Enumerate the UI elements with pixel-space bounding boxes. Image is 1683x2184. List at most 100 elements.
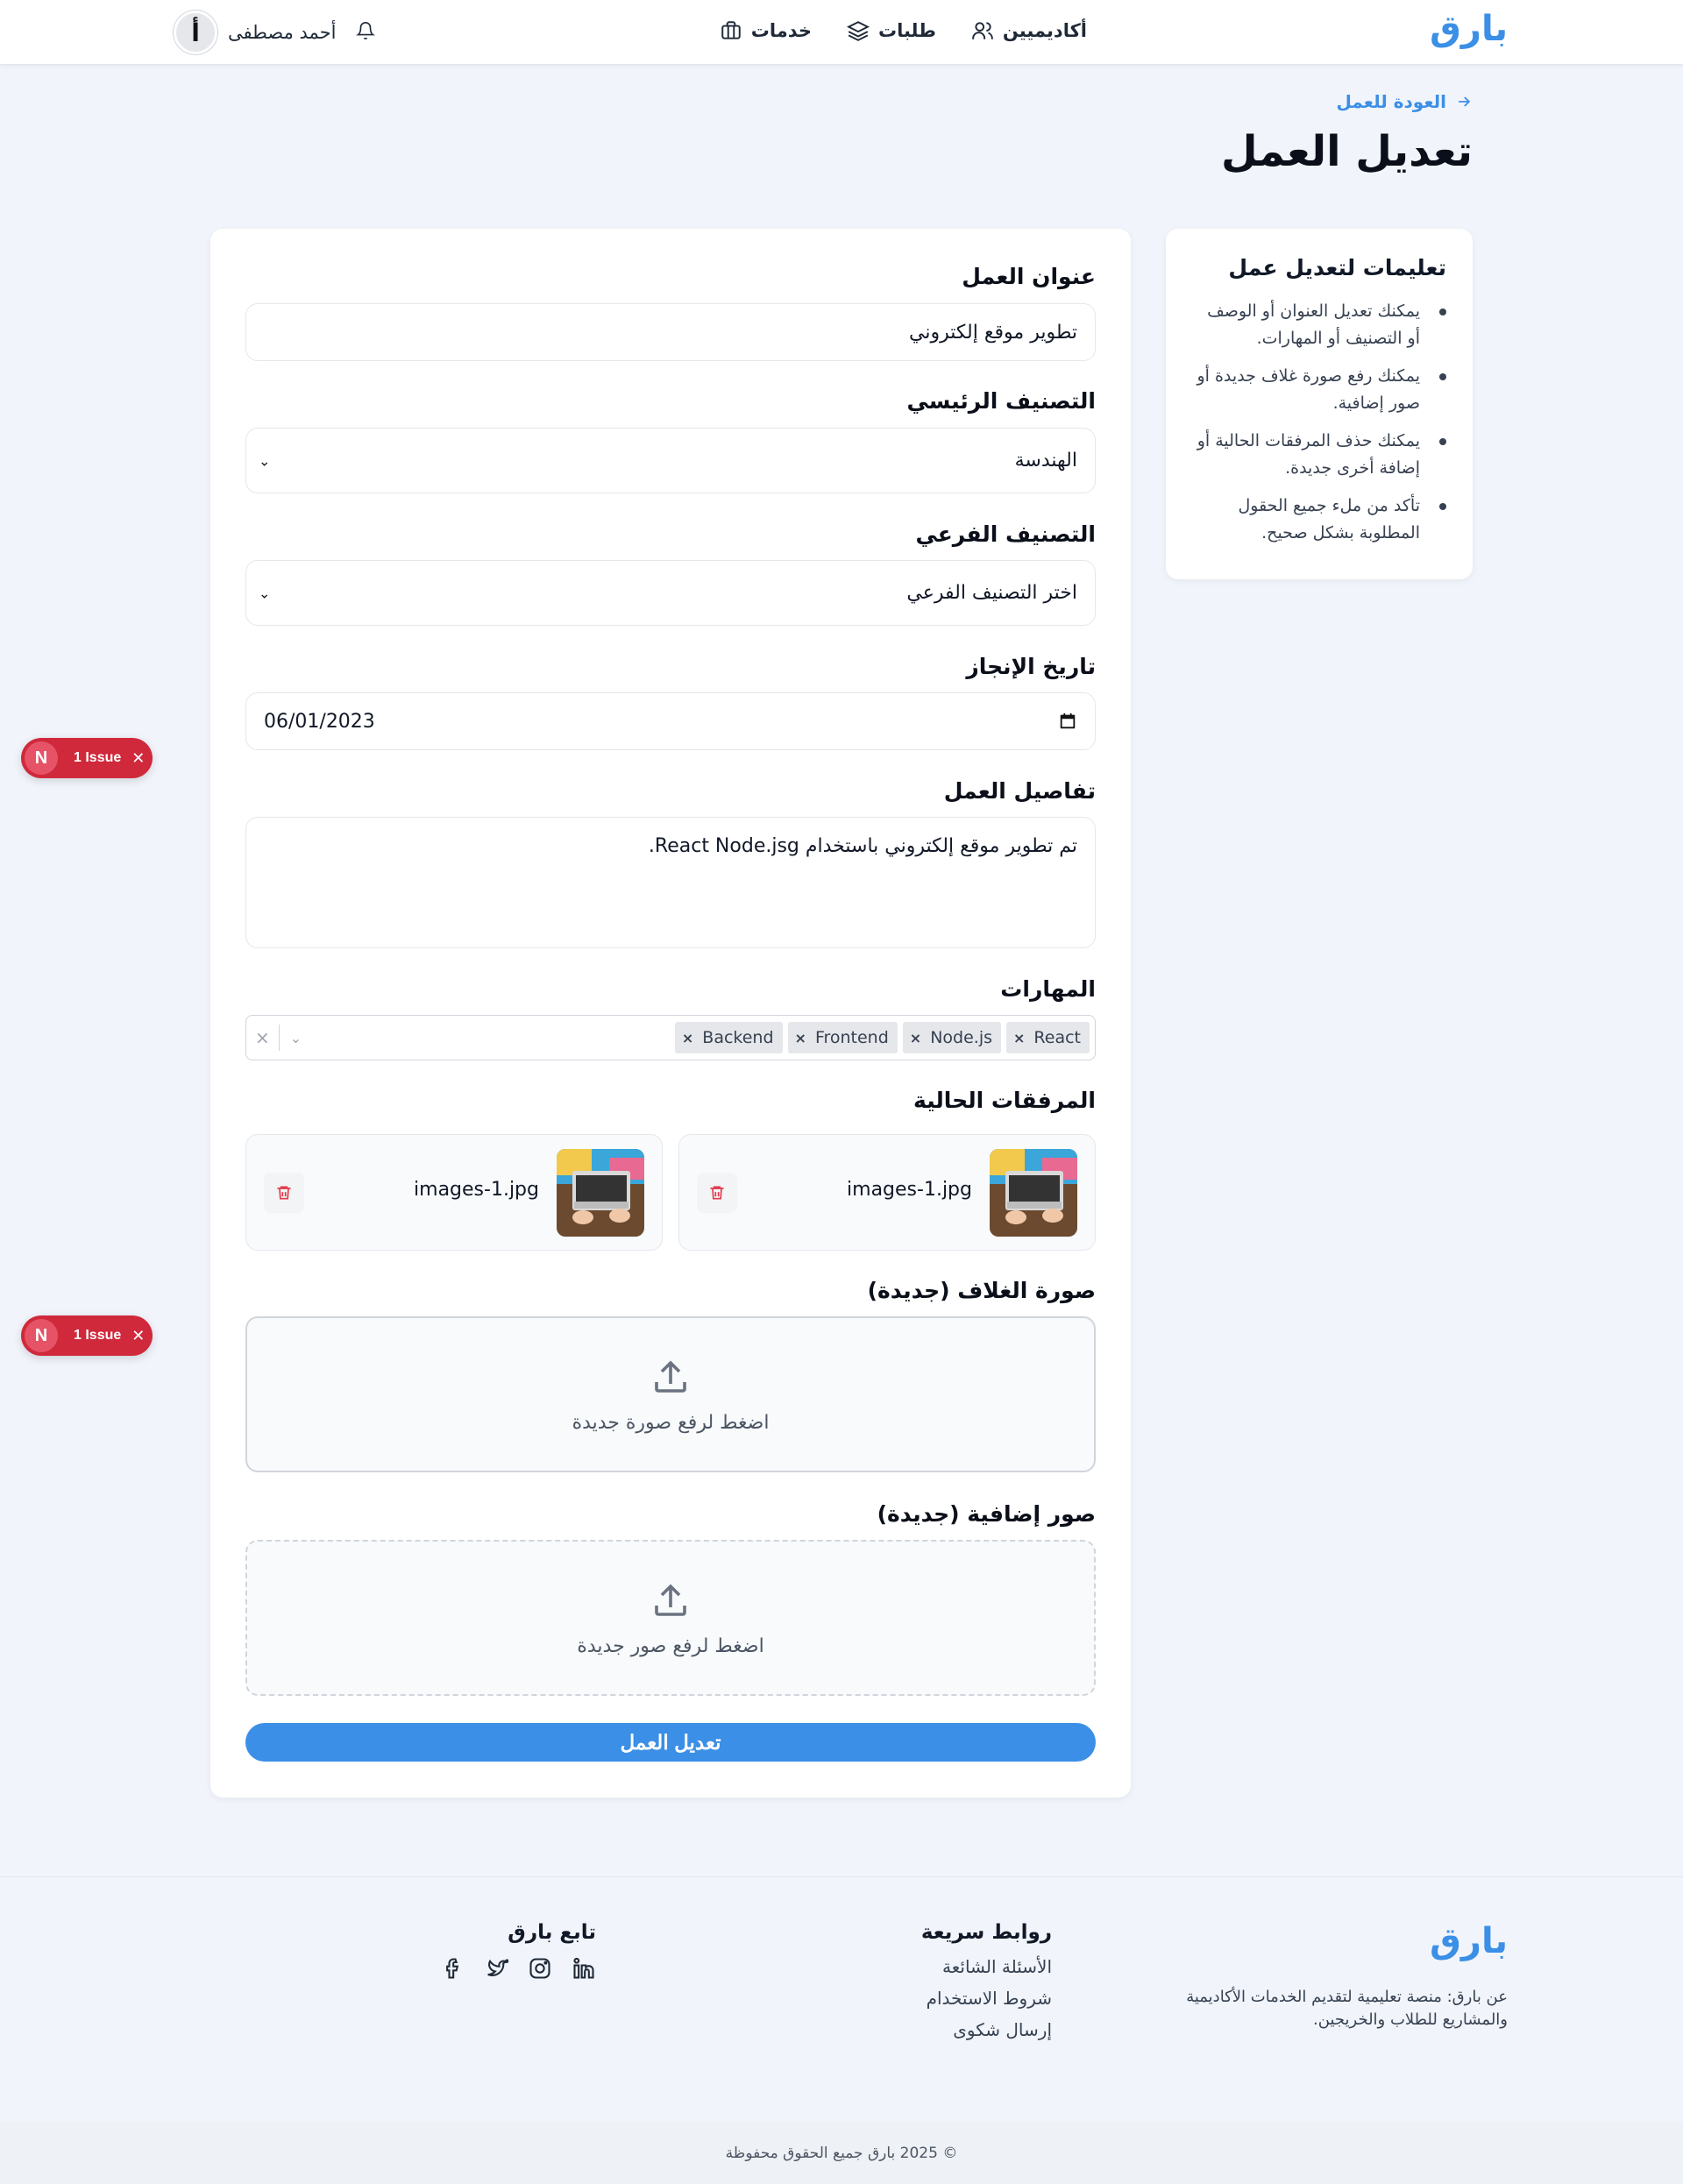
skill-chip: × React bbox=[1006, 1022, 1090, 1053]
footer-link-complaint[interactable]: إرسال شكوى bbox=[921, 2019, 1052, 2040]
back-link-label: العودة للعمل bbox=[1336, 91, 1446, 112]
instagram-icon[interactable] bbox=[528, 1956, 552, 1981]
instructions-title: تعليمات لتعديل عمل bbox=[1228, 255, 1446, 280]
attachment-filename: images-1.jpg bbox=[414, 1179, 539, 1201]
users-icon bbox=[972, 22, 993, 39]
trash-icon bbox=[710, 1186, 724, 1200]
extra-upload-text: اضغط لرفع صور جديدة bbox=[577, 1634, 764, 1657]
skill-chip-label: React bbox=[1033, 1028, 1081, 1047]
details-label: تفاصيل العمل bbox=[943, 778, 1096, 804]
attachment-thumbnail bbox=[990, 1149, 1077, 1237]
skill-chip: × Backend bbox=[674, 1022, 783, 1053]
twitter-icon[interactable] bbox=[484, 1956, 508, 1981]
extra-images-upload-zone[interactable]: اضغط لرفع صور جديدة bbox=[245, 1540, 1096, 1696]
cover-label: صورة الغلاف (جديدة) bbox=[867, 1278, 1096, 1303]
footer: بارق عن بارق: منصة تعليمية لتقديم الخدما… bbox=[0, 1876, 1683, 2122]
trash-icon bbox=[277, 1186, 291, 1200]
page-title: تعديل العمل bbox=[1220, 127, 1473, 176]
top-header: بارق خدمات طلبات أكاديميين أ أحمد مصطفى bbox=[0, 0, 1683, 65]
social-links bbox=[440, 1956, 596, 1981]
copyright-bar: © 2025 بارق جميع الحقوق محفوظة bbox=[0, 2122, 1683, 2184]
cover-upload-text: اضغط لرفع صورة جديدة bbox=[572, 1411, 770, 1434]
footer-links-title: روابط سريعة bbox=[920, 1921, 1052, 1944]
issue-label: 1 Issue bbox=[74, 1328, 122, 1343]
skills-multiselect[interactable]: × React × Node.js × Frontend × Backend ⌄ × bbox=[245, 1015, 1096, 1060]
footer-logo[interactable]: بارق bbox=[1430, 1921, 1508, 1961]
date-input[interactable]: 06/01/2023 bbox=[245, 692, 1096, 750]
title-input-value: تطوير موقع إلكتروني bbox=[909, 321, 1077, 344]
avatar[interactable]: أ bbox=[174, 11, 217, 54]
back-link[interactable]: العودة للعمل bbox=[1337, 91, 1473, 112]
logo[interactable]: بارق bbox=[1430, 9, 1508, 49]
nav-services-label: خدمات bbox=[750, 20, 812, 41]
footer-follow-title: تابع بارق bbox=[508, 1921, 596, 1944]
chevron-down-icon[interactable]: ⌄ bbox=[280, 1030, 312, 1046]
footer-follow: تابع بارق bbox=[440, 1921, 596, 1981]
remove-chip-icon[interactable]: × bbox=[788, 1030, 813, 1046]
cover-upload-zone[interactable]: اضغط لرفع صورة جديدة bbox=[245, 1316, 1096, 1472]
sub-category-label: التصنيف الفرعي bbox=[915, 521, 1096, 547]
arrow-right-icon bbox=[1459, 96, 1471, 107]
chevron-down-icon: ⌄ bbox=[259, 585, 271, 601]
main-category-select[interactable]: الهندسة ⌄ bbox=[245, 428, 1096, 493]
attachments-label: المرفقات الحالية bbox=[913, 1088, 1096, 1113]
delete-attachment-button[interactable] bbox=[697, 1173, 737, 1213]
issue-label: 1 Issue bbox=[74, 750, 122, 765]
footer-quick-links: روابط سريعة الأسئلة الشائعة شروط الاستخد… bbox=[921, 1921, 1052, 2051]
sub-category-select[interactable]: اختر التصنيف الفرعي ⌄ bbox=[245, 560, 1096, 626]
details-textarea[interactable]: تم تطوير موقع إلكتروني باستخدام React No… bbox=[245, 817, 1096, 948]
instruction-item: تأكد من ملء جميع الحقول المطلوبة بشكل صح… bbox=[1192, 493, 1446, 547]
title-label: عنوان العمل bbox=[962, 264, 1096, 289]
edit-work-form: عنوان العمل تطوير موقع إلكتروني التصنيف … bbox=[210, 229, 1131, 1798]
skill-chip-label: Node.js bbox=[930, 1028, 993, 1047]
upload-icon bbox=[655, 1583, 686, 1616]
footer-link-terms[interactable]: شروط الاستخدام bbox=[921, 1988, 1052, 2009]
close-icon[interactable]: ✕ bbox=[131, 1327, 145, 1345]
linkedin-icon[interactable] bbox=[572, 1956, 596, 1981]
upload-icon bbox=[655, 1359, 686, 1393]
details-value: تم تطوير موقع إلكتروني باستخدام React No… bbox=[648, 835, 1077, 857]
attachment-thumbnail bbox=[557, 1149, 644, 1237]
nav-academics[interactable]: أكاديميين bbox=[971, 19, 1087, 42]
title-input[interactable]: تطوير موقع إلكتروني bbox=[245, 303, 1096, 361]
submit-button[interactable]: تعديل العمل bbox=[245, 1723, 1096, 1762]
issue-badge[interactable]: N 1 Issue ✕ bbox=[21, 738, 153, 778]
attachment-card: images-1.jpg bbox=[678, 1134, 1096, 1251]
user-name: أحمد مصطفى bbox=[228, 22, 337, 43]
facebook-icon[interactable] bbox=[440, 1956, 465, 1981]
date-label: تاريخ الإنجاز bbox=[966, 654, 1096, 679]
instruction-item: يمكنك رفع صورة غلاف جديدة أو صور إضافية. bbox=[1192, 363, 1446, 417]
instruction-item: يمكنك تعديل العنوان أو الوصف أو التصنيف … bbox=[1192, 298, 1446, 352]
nav-academics-label: أكاديميين bbox=[1002, 20, 1087, 41]
remove-chip-icon[interactable]: × bbox=[675, 1030, 700, 1046]
issue-badge[interactable]: N 1 Issue ✕ bbox=[21, 1315, 153, 1356]
main-category-label: التصنيف الرئيسي bbox=[906, 388, 1096, 414]
main-category-value: الهندسة bbox=[1014, 450, 1077, 472]
close-icon[interactable]: ✕ bbox=[131, 749, 145, 768]
nav-services[interactable]: خدمات bbox=[720, 19, 812, 42]
issue-logo: N bbox=[25, 1319, 58, 1352]
instructions-list: يمكنك تعديل العنوان أو الوصف أو التصنيف … bbox=[1192, 298, 1446, 547]
layers-icon bbox=[846, 21, 870, 41]
issue-logo: N bbox=[25, 741, 58, 775]
bell-icon[interactable] bbox=[356, 21, 375, 40]
footer-link-faq[interactable]: الأسئلة الشائعة bbox=[921, 1956, 1052, 1977]
calendar-icon[interactable] bbox=[1058, 712, 1077, 731]
separator bbox=[278, 1025, 280, 1051]
date-value: 06/01/2023 bbox=[264, 710, 375, 733]
remove-chip-icon[interactable]: × bbox=[903, 1030, 928, 1046]
attachment-card: images-1.jpg bbox=[245, 1134, 663, 1251]
nav-requests[interactable]: طلبات bbox=[846, 19, 936, 42]
skill-chip-label: Backend bbox=[702, 1028, 774, 1047]
skills-controls: ⌄ × bbox=[246, 1016, 312, 1060]
briefcase-icon bbox=[721, 21, 741, 39]
skill-chip: × Node.js bbox=[902, 1022, 1002, 1053]
clear-icon[interactable]: × bbox=[246, 1027, 279, 1048]
remove-chip-icon[interactable]: × bbox=[1006, 1030, 1032, 1046]
attachment-filename: images-1.jpg bbox=[847, 1179, 972, 1201]
user-menu[interactable]: أ أحمد مصطفى bbox=[174, 11, 336, 54]
extra-images-label: صور إضافية (جديدة) bbox=[877, 1501, 1096, 1527]
instruction-item: يمكنك حذف المرفقات الحالية أو إضافة أخرى… bbox=[1192, 428, 1446, 482]
delete-attachment-button[interactable] bbox=[264, 1173, 304, 1213]
skill-chip: × Frontend bbox=[787, 1022, 898, 1053]
